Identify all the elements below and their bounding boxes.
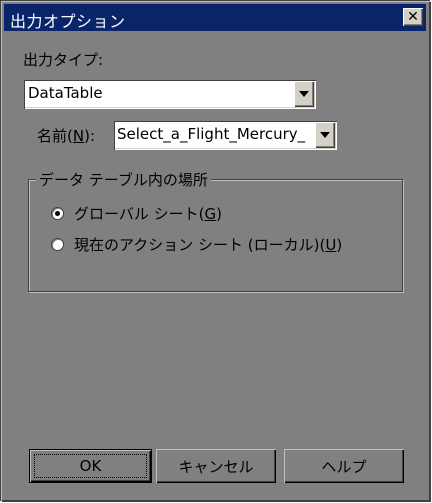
- radio-dot: [55, 211, 60, 216]
- output-type-select[interactable]: DataTable: [23, 79, 316, 109]
- cancel-button[interactable]: キャンセル: [156, 449, 276, 483]
- chevron-down-icon: [299, 91, 309, 97]
- name-value: Select_a_Flight_Mercury_: [117, 125, 306, 143]
- output-options-dialog: 出力オプション ✕ 出力タイプ: DataTable 名前(N): Select…: [0, 0, 430, 501]
- radio-global-prefix: グローバル シート(: [74, 205, 205, 223]
- output-type-label: 出力タイプ:: [23, 51, 104, 69]
- help-button[interactable]: ヘルプ: [284, 449, 404, 483]
- dialog-title: 出力オプション: [10, 12, 126, 31]
- output-type-dropdown-button[interactable]: [294, 81, 314, 107]
- output-type-value: DataTable: [28, 84, 103, 102]
- name-label: 名前(N):: [37, 125, 95, 146]
- radio-button-unselected[interactable]: [51, 238, 64, 251]
- radio-local-key: U: [325, 236, 337, 254]
- radio-local-suffix: ): [336, 236, 343, 254]
- radio-global-sheet[interactable]: グローバル シート(G): [51, 203, 222, 224]
- radio-button-selected[interactable]: [51, 207, 64, 220]
- close-icon: ✕: [407, 9, 419, 25]
- location-group-label: データ テーブル内の場所: [36, 169, 211, 190]
- title-bar[interactable]: 出力オプション ✕: [4, 4, 426, 31]
- radio-global-suffix: ): [216, 205, 222, 223]
- focus-rect: [34, 454, 147, 478]
- help-button-label: ヘルプ: [321, 457, 367, 476]
- name-select[interactable]: Select_a_Flight_Mercury_: [113, 120, 337, 150]
- close-button[interactable]: ✕: [403, 8, 423, 26]
- name-label-prefix: 名前(: [37, 127, 73, 145]
- radio-local-prefix: 現在のアクション シート (ローカル)(: [74, 236, 326, 254]
- name-dropdown-button[interactable]: [315, 122, 335, 148]
- radio-local-sheet[interactable]: 現在のアクション シート (ローカル)(U): [51, 234, 342, 255]
- radio-global-key: G: [204, 205, 217, 223]
- radio-global-sheet-label: グローバル シート(G): [74, 203, 222, 224]
- chevron-down-icon: [320, 132, 330, 138]
- cancel-button-label: キャンセル: [178, 457, 254, 476]
- name-label-key: N: [72, 127, 85, 145]
- ok-button[interactable]: OK: [29, 449, 152, 483]
- name-label-suffix: ):: [84, 127, 95, 145]
- radio-local-sheet-label: 現在のアクション シート (ローカル)(U): [74, 234, 342, 255]
